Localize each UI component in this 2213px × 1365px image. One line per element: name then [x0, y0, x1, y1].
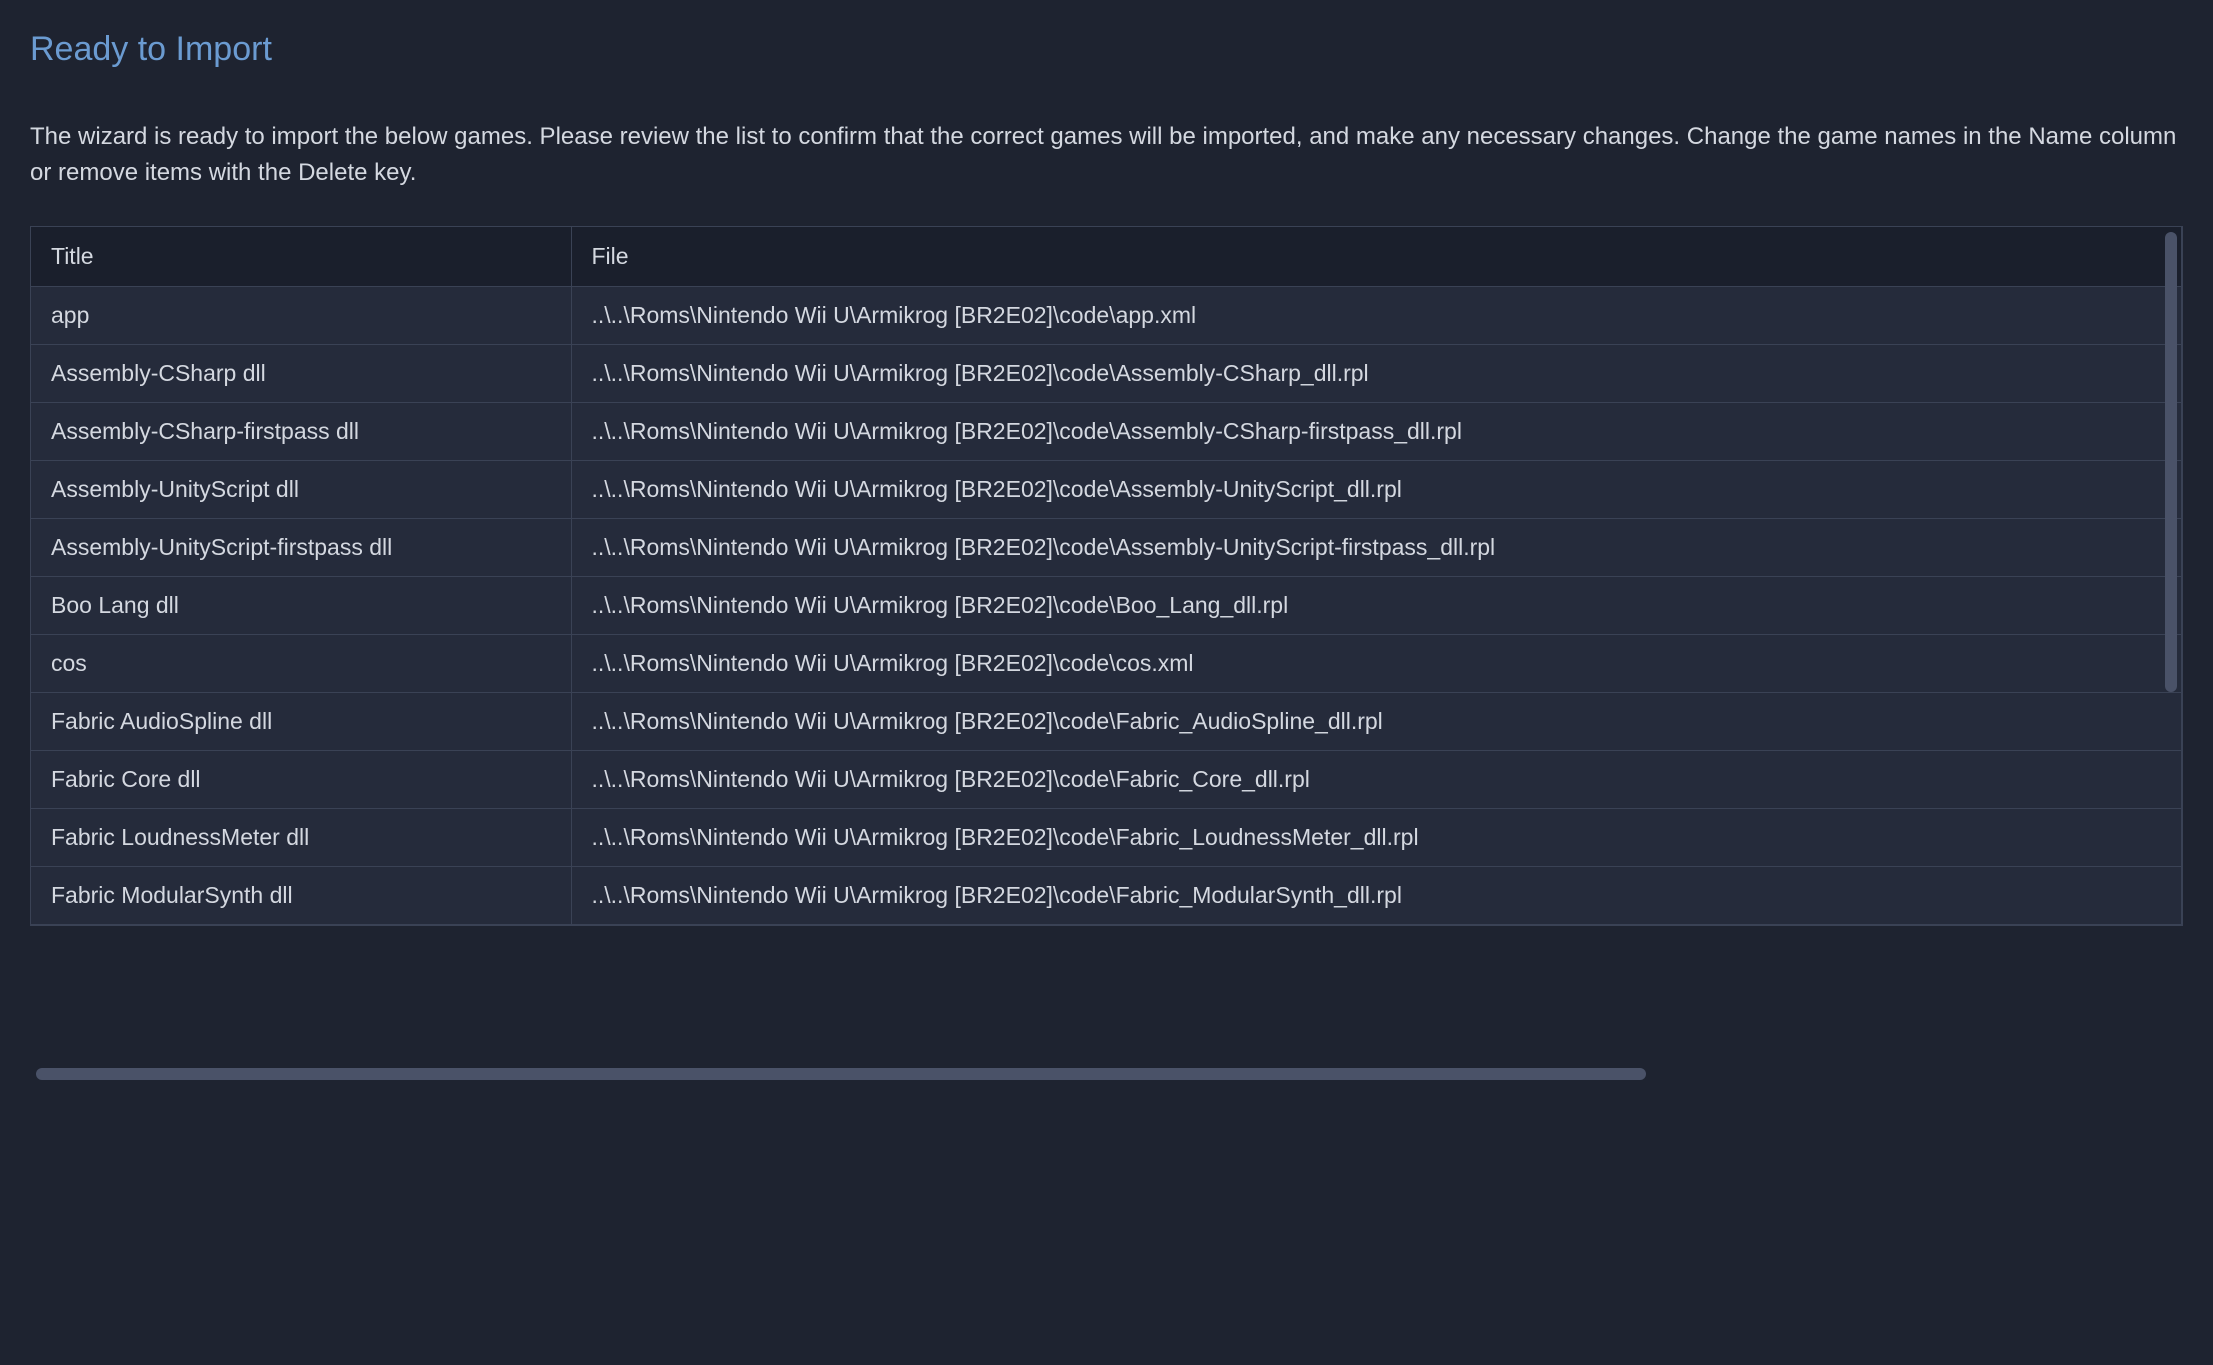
- games-table: Title File app ..\..\Roms\Nintendo Wii U…: [31, 227, 2182, 925]
- table-scroll-area: Title File app ..\..\Roms\Nintendo Wii U…: [30, 226, 2183, 1086]
- cell-title[interactable]: cos: [31, 635, 571, 693]
- cell-file: ..\..\Roms\Nintendo Wii U\Armikrog [BR2E…: [571, 403, 2182, 461]
- table-row[interactable]: app ..\..\Roms\Nintendo Wii U\Armikrog […: [31, 287, 2182, 345]
- cell-title[interactable]: Fabric Core dll: [31, 751, 571, 809]
- cell-file: ..\..\Roms\Nintendo Wii U\Armikrog [BR2E…: [571, 519, 2182, 577]
- column-header-title[interactable]: Title: [31, 227, 571, 287]
- cell-title[interactable]: Assembly-UnityScript dll: [31, 461, 571, 519]
- cell-title[interactable]: Fabric LoudnessMeter dll: [31, 809, 571, 867]
- cell-title[interactable]: Boo Lang dll: [31, 577, 571, 635]
- cell-file: ..\..\Roms\Nintendo Wii U\Armikrog [BR2E…: [571, 635, 2182, 693]
- page-title: Ready to Import: [30, 30, 2183, 69]
- cell-title[interactable]: Fabric ModularSynth dll: [31, 867, 571, 925]
- table-header-row: Title File: [31, 227, 2182, 287]
- cell-title[interactable]: Assembly-UnityScript-firstpass dll: [31, 519, 571, 577]
- cell-title[interactable]: Fabric AudioSpline dll: [31, 693, 571, 751]
- scrollbar-horizontal[interactable]: [36, 1068, 1646, 1080]
- table-body: app ..\..\Roms\Nintendo Wii U\Armikrog […: [31, 287, 2182, 925]
- table-row[interactable]: Fabric AudioSpline dll ..\..\Roms\Ninten…: [31, 693, 2182, 751]
- cell-file: ..\..\Roms\Nintendo Wii U\Armikrog [BR2E…: [571, 345, 2182, 403]
- games-table-container: Title File app ..\..\Roms\Nintendo Wii U…: [30, 226, 2183, 926]
- table-row[interactable]: Assembly-UnityScript dll ..\..\Roms\Nint…: [31, 461, 2182, 519]
- cell-title[interactable]: Assembly-CSharp dll: [31, 345, 571, 403]
- cell-title[interactable]: Assembly-CSharp-firstpass dll: [31, 403, 571, 461]
- table-row[interactable]: Fabric ModularSynth dll ..\..\Roms\Ninte…: [31, 867, 2182, 925]
- table-row[interactable]: Fabric LoudnessMeter dll ..\..\Roms\Nint…: [31, 809, 2182, 867]
- table-row[interactable]: Assembly-CSharp dll ..\..\Roms\Nintendo …: [31, 345, 2182, 403]
- cell-file: ..\..\Roms\Nintendo Wii U\Armikrog [BR2E…: [571, 287, 2182, 345]
- column-header-file[interactable]: File: [571, 227, 2182, 287]
- cell-title[interactable]: app: [31, 287, 571, 345]
- scrollbar-vertical[interactable]: [2165, 232, 2177, 692]
- table-row[interactable]: Boo Lang dll ..\..\Roms\Nintendo Wii U\A…: [31, 577, 2182, 635]
- wizard-description: The wizard is ready to import the below …: [30, 119, 2183, 191]
- cell-file: ..\..\Roms\Nintendo Wii U\Armikrog [BR2E…: [571, 751, 2182, 809]
- cell-file: ..\..\Roms\Nintendo Wii U\Armikrog [BR2E…: [571, 693, 2182, 751]
- table-row[interactable]: Assembly-UnityScript-firstpass dll ..\..…: [31, 519, 2182, 577]
- table-row[interactable]: Assembly-CSharp-firstpass dll ..\..\Roms…: [31, 403, 2182, 461]
- cell-file: ..\..\Roms\Nintendo Wii U\Armikrog [BR2E…: [571, 809, 2182, 867]
- cell-file: ..\..\Roms\Nintendo Wii U\Armikrog [BR2E…: [571, 461, 2182, 519]
- cell-file: ..\..\Roms\Nintendo Wii U\Armikrog [BR2E…: [571, 867, 2182, 925]
- cell-file: ..\..\Roms\Nintendo Wii U\Armikrog [BR2E…: [571, 577, 2182, 635]
- table-row[interactable]: cos ..\..\Roms\Nintendo Wii U\Armikrog […: [31, 635, 2182, 693]
- table-row[interactable]: Fabric Core dll ..\..\Roms\Nintendo Wii …: [31, 751, 2182, 809]
